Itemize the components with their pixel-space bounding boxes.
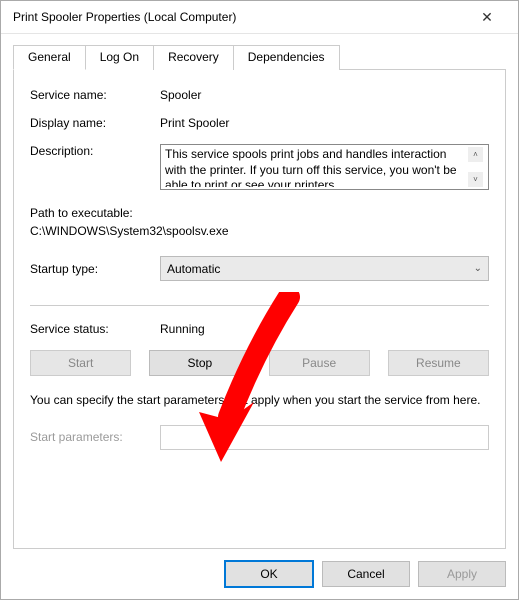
path-label: Path to executable: xyxy=(30,204,489,222)
stop-button[interactable]: Stop xyxy=(149,350,250,376)
service-name-label: Service name: xyxy=(30,88,160,102)
general-panel: Service name: Spooler Display name: Prin… xyxy=(13,70,506,549)
service-control-buttons: Start Stop Pause Resume xyxy=(30,350,489,376)
close-button[interactable]: ✕ xyxy=(464,2,510,32)
close-icon: ✕ xyxy=(481,9,493,26)
start-button: Start xyxy=(30,350,131,376)
start-parameters-label: Start parameters: xyxy=(30,430,160,444)
dialog-footer: OK Cancel Apply xyxy=(1,549,518,599)
display-name-label: Display name: xyxy=(30,116,160,130)
apply-button: Apply xyxy=(418,561,506,587)
titlebar: Print Spooler Properties (Local Computer… xyxy=(1,1,518,34)
description-box: This service spools print jobs and handl… xyxy=(160,144,489,190)
display-name-value: Print Spooler xyxy=(160,116,489,130)
properties-window: Print Spooler Properties (Local Computer… xyxy=(0,0,519,600)
service-status-label: Service status: xyxy=(30,322,160,336)
path-value: C:\WINDOWS\System32\spoolsv.exe xyxy=(30,222,489,240)
chevron-down-icon: ⌄ xyxy=(474,263,482,274)
path-block: Path to executable: C:\WINDOWS\System32\… xyxy=(30,204,489,240)
window-title: Print Spooler Properties (Local Computer… xyxy=(13,10,464,24)
tab-general[interactable]: General xyxy=(13,45,86,70)
tab-bar: General Log On Recovery Dependencies xyxy=(13,44,506,70)
start-parameters-input xyxy=(160,425,489,450)
tab-dependencies[interactable]: Dependencies xyxy=(233,45,340,70)
start-parameters-row: Start parameters: xyxy=(30,425,489,450)
tab-recovery[interactable]: Recovery xyxy=(153,45,234,70)
tab-logon[interactable]: Log On xyxy=(85,45,154,70)
ok-button[interactable]: OK xyxy=(224,560,314,588)
parameters-note: You can specify the start parameters tha… xyxy=(30,392,489,409)
scroll-down-icon[interactable]: ˅ xyxy=(468,172,483,187)
description-scrollbar[interactable]: ˄ ˅ xyxy=(467,147,484,187)
startup-type-select[interactable]: Automatic ⌄ xyxy=(160,256,489,281)
pause-button: Pause xyxy=(269,350,370,376)
startup-type-value: Automatic xyxy=(167,262,220,276)
resume-button: Resume xyxy=(388,350,489,376)
description-label: Description: xyxy=(30,144,160,158)
separator xyxy=(30,305,489,306)
service-status-value: Running xyxy=(160,322,489,336)
service-name-value: Spooler xyxy=(160,88,489,102)
description-text: This service spools print jobs and handl… xyxy=(165,147,467,187)
scroll-up-icon[interactable]: ˄ xyxy=(468,147,483,162)
startup-type-label: Startup type: xyxy=(30,262,160,276)
cancel-button[interactable]: Cancel xyxy=(322,561,410,587)
